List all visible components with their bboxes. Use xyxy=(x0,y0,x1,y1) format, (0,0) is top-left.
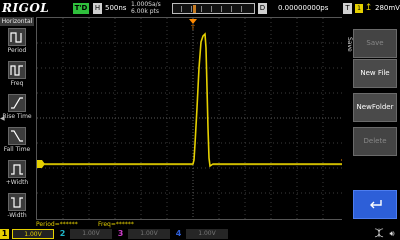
measure-period[interactable]: Period xyxy=(0,26,34,59)
channel-4-scale: 1.00V xyxy=(186,229,228,239)
memory-window-indicator xyxy=(193,5,196,13)
trigger-level-value[interactable]: 280mV xyxy=(375,3,400,14)
negative-width-icon xyxy=(8,193,26,211)
trigger-offset-marker: D xyxy=(258,3,267,14)
svg-text:T: T xyxy=(190,25,195,32)
channel-2-scale: 1.00V xyxy=(70,229,112,239)
measure-negative-width-label: -Width xyxy=(7,212,27,219)
save-menu-title: Save xyxy=(346,37,353,52)
measure-period-label: Period xyxy=(7,47,27,54)
new-folder-button[interactable]: NewFolder xyxy=(353,93,397,122)
sample-rate-info: 1.000Sa/s 6.00k pts xyxy=(131,1,161,15)
frequency-readout[interactable]: Freq=****** xyxy=(98,221,134,228)
measure-panel-title: Horizontal xyxy=(0,17,34,26)
period-readout[interactable]: Period=****** xyxy=(36,221,78,228)
rise-time-icon xyxy=(8,94,26,112)
measure-negative-width[interactable]: -Width xyxy=(0,191,34,224)
measurement-readouts: Period=****** Freq=****** xyxy=(36,221,336,228)
channel-4-number: 4 xyxy=(175,229,182,238)
run-state-badge[interactable]: T'D xyxy=(73,3,89,14)
channel-3-number: 3 xyxy=(117,229,124,238)
frequency-icon xyxy=(8,61,26,79)
rising-edge-icon: ↥ xyxy=(364,3,373,13)
channel-2-number: 2 xyxy=(59,229,66,238)
trigger-offset-value[interactable]: 0.00000000ps xyxy=(278,3,328,14)
return-icon xyxy=(370,200,382,209)
positive-width-icon xyxy=(8,160,26,178)
horizontal-marker: H xyxy=(93,3,102,14)
measure-rise-time-label: Rise Time xyxy=(2,113,32,120)
measure-frequency-label: Freq xyxy=(10,80,24,87)
memory-depth: 6.00k pts xyxy=(131,8,160,15)
waveform-display[interactable]: T xyxy=(36,17,350,220)
new-file-button[interactable]: New File xyxy=(353,59,397,88)
channel-1-number: 1 xyxy=(0,229,9,239)
fall-time-icon xyxy=(8,127,26,145)
channel-3-scale: 1.00V xyxy=(128,229,170,239)
usb-icon: ⯰ xyxy=(374,229,384,239)
save-button[interactable]: Save xyxy=(353,29,397,58)
measure-fall-time[interactable]: Fall Time xyxy=(0,125,34,158)
measure-positive-width[interactable]: +Width xyxy=(0,158,34,191)
trigger-type-marker: T xyxy=(343,3,352,14)
delete-button[interactable]: Delete xyxy=(353,127,397,156)
memory-position-bar[interactable] xyxy=(172,3,255,14)
trigger-position-marker[interactable]: T xyxy=(189,19,197,32)
measure-fall-time-label: Fall Time xyxy=(3,146,31,153)
sample-rate: 1.000Sa/s xyxy=(131,1,161,8)
speaker-icon[interactable]: 🔊︎ xyxy=(386,229,398,239)
trigger-source: 1 xyxy=(355,4,363,13)
channel-1-scale: 1.00V xyxy=(12,229,54,239)
channel-status-bar: 1 1.00V 2 1.00V 3 1.00V 4 1.00V ⯰ 🔊︎ xyxy=(0,228,400,240)
measure-positive-width-label: +Width xyxy=(5,179,29,186)
top-status-bar: RIGOL T'D H 500ns 1.000Sa/s 6.00k pts D … xyxy=(0,0,400,17)
measure-panel: Horizontal Period Freq ◀ Rise Time Fall … xyxy=(0,17,34,222)
measure-frequency[interactable]: Freq xyxy=(0,59,34,92)
measure-rise-time[interactable]: Rise Time xyxy=(0,92,34,125)
brand-logo: RIGOL xyxy=(2,1,50,15)
waveform-grid: T xyxy=(37,18,349,219)
return-button[interactable] xyxy=(353,190,397,219)
channel-1-ground-marker[interactable] xyxy=(37,160,45,168)
period-icon xyxy=(8,28,26,46)
timebase-value[interactable]: 500ns xyxy=(105,3,126,14)
save-menu: Save Save New File NewFolder Delete xyxy=(342,17,400,222)
